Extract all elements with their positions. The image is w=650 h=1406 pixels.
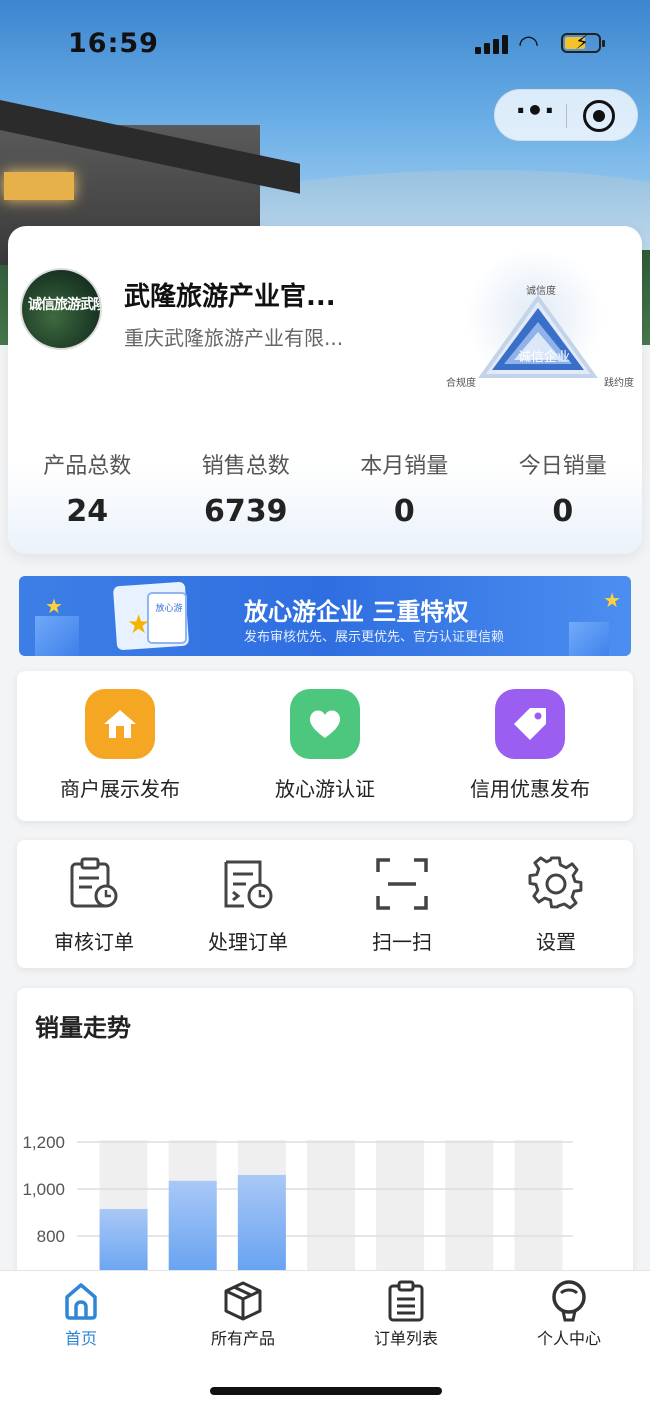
wifi-icon: ◠	[518, 30, 539, 58]
person-icon	[552, 1280, 586, 1322]
tool-settings[interactable]: 设置	[479, 856, 633, 955]
avatar-text: 诚信旅游武陵	[28, 297, 102, 313]
sales-bar-chart: 1,200 1,000 800	[22, 1133, 573, 1288]
credit-label-left: 合规度	[446, 378, 476, 389]
y-tick-label: 800	[37, 1227, 65, 1246]
stat-month[interactable]: 本月销量 0	[325, 448, 484, 529]
credit-label-center: 诚信企业	[518, 350, 571, 365]
document-clock-icon	[224, 860, 273, 909]
stat-label: 今日销量	[518, 454, 607, 479]
stat-value: 6739	[204, 494, 288, 529]
capsule-divider	[566, 104, 567, 128]
gear-icon	[528, 856, 583, 910]
bar-background	[307, 1140, 355, 1288]
credit-label-right: 践约度	[604, 378, 634, 389]
tab-profile[interactable]: 个人中心	[494, 1279, 644, 1349]
org-name: 武隆旅游产业官...	[124, 282, 336, 312]
feature-credit-discount[interactable]: 信用优惠发布	[435, 689, 625, 802]
feature-panel: 商户展示发布 放心游认证 信用优惠发布	[17, 671, 633, 821]
stat-value: 24	[66, 494, 109, 529]
stat-label: 本月销量	[360, 454, 449, 479]
tab-order-list[interactable]: 订单列表	[331, 1279, 481, 1349]
tool-label: 扫一扫	[372, 930, 432, 954]
stat-value: 0	[393, 494, 415, 529]
window-lights	[4, 172, 74, 200]
avatar[interactable]: 诚信旅游武陵	[20, 268, 102, 350]
star-icon: ★	[603, 588, 621, 612]
tool-label: 设置	[536, 930, 576, 954]
y-tick-label: 1,200	[22, 1133, 65, 1152]
tab-label: 订单列表	[373, 1329, 438, 1348]
banner-subtitle: 发布审核优先、展示更优先、官方认证更信赖	[244, 630, 505, 645]
heart-icon	[290, 689, 360, 759]
cube-icon	[224, 1281, 262, 1321]
stat-today[interactable]: 今日销量 0	[484, 448, 643, 529]
stats-row: 产品总数 24 销售总数 6739 本月销量 0 今日销量 0	[8, 448, 643, 529]
tab-bar: 首页 所有产品 订单列表 个人中心	[0, 1270, 650, 1406]
miniprogram-capsule: ·•·	[494, 89, 638, 141]
tag-icon	[495, 689, 565, 759]
stat-value: 0	[552, 494, 574, 529]
feature-label: 信用优惠发布	[470, 777, 590, 801]
triangle-badge-icon	[478, 294, 598, 378]
feature-label: 商户展示发布	[60, 777, 180, 801]
status-bar: 16:59 ◠ ⚡	[0, 0, 650, 88]
cube-decoration	[569, 622, 609, 656]
stat-label: 销售总数	[201, 454, 290, 479]
stat-sales[interactable]: 销售总数 6739	[167, 448, 326, 529]
bar-background	[514, 1140, 563, 1288]
signal-icon	[475, 34, 511, 54]
home-icon	[65, 1283, 97, 1320]
certificate-illustration: 放心游	[147, 592, 187, 644]
tool-scan[interactable]: 扫一扫	[325, 856, 479, 955]
star-icon: ★	[45, 594, 63, 618]
tool-process-orders[interactable]: 处理订单	[171, 856, 325, 955]
close-miniprogram-icon[interactable]	[583, 100, 615, 132]
star-icon: ★	[127, 610, 151, 640]
clipboard-icon	[388, 1280, 424, 1322]
certificate-text: 放心游	[155, 604, 183, 614]
charging-icon: ⚡	[575, 30, 590, 54]
bar-background	[376, 1140, 425, 1288]
status-time: 16:59	[68, 28, 159, 59]
house-icon	[85, 689, 155, 759]
credit-badge[interactable]: 诚信度 合规度 践约度 诚信企业	[438, 250, 638, 390]
y-tick-label: 1,000	[22, 1180, 65, 1199]
stat-label: 产品总数	[43, 454, 132, 479]
sales-trend-panel: 销量走势 1,200 1,000 800	[17, 988, 633, 1288]
tab-home[interactable]: 首页	[6, 1279, 156, 1349]
cube-decoration	[35, 616, 79, 656]
more-icon[interactable]: ·•·	[515, 97, 555, 132]
credit-label-top: 诚信度	[526, 286, 556, 297]
profile-card: 诚信旅游武陵 武隆旅游产业官... 重庆武隆旅游产业有限... 诚信度 合规度 …	[8, 226, 642, 554]
clipboard-clock-icon	[70, 857, 118, 908]
org-subtitle: 重庆武隆旅游产业有限...	[124, 326, 344, 350]
tab-label: 所有产品	[210, 1329, 275, 1348]
banner-title: 放心游企业 三重特权	[244, 598, 469, 626]
bar-background	[445, 1140, 494, 1288]
tab-label: 个人中心	[536, 1329, 601, 1348]
scan-icon	[376, 858, 428, 910]
tab-all-products[interactable]: 所有产品	[168, 1279, 318, 1349]
stat-products[interactable]: 产品总数 24	[8, 448, 167, 529]
feature-label: 放心游认证	[275, 777, 375, 801]
tool-review-orders[interactable]: 审核订单	[17, 856, 171, 955]
home-indicator	[210, 1387, 442, 1395]
tools-panel: 审核订单 处理订单 扫一扫 设置	[17, 840, 633, 968]
tool-label: 处理订单	[208, 930, 288, 954]
feature-trust-certify[interactable]: 放心游认证	[230, 689, 420, 802]
tab-label: 首页	[64, 1329, 97, 1348]
privilege-banner[interactable]: ★ ★ 放心游 ★ 放心游企业 三重特权 发布审核优先、展示更优先、官方认证更信…	[19, 576, 631, 656]
tool-label: 审核订单	[54, 930, 134, 954]
feature-merchant-publish[interactable]: 商户展示发布	[25, 689, 215, 802]
